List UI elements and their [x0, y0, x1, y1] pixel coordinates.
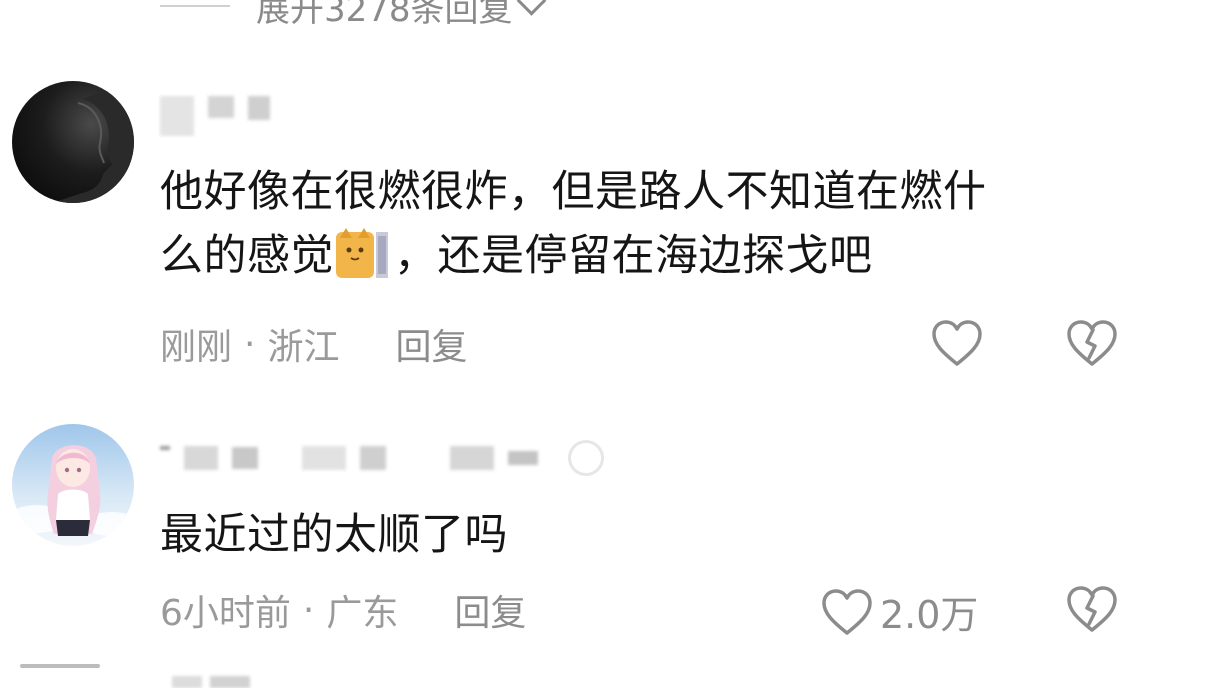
- redacted-block: [184, 446, 218, 470]
- redacted-block: [208, 96, 234, 118]
- comment-text: 最近过的太顺了吗: [160, 503, 1120, 567]
- redacted-block: [210, 676, 250, 688]
- avatar[interactable]: [12, 424, 134, 546]
- comment-text-segment: 么的感觉: [160, 231, 334, 281]
- comment-location: 广东: [326, 593, 399, 634]
- next-comment-avatar-edge: [20, 664, 100, 668]
- redacted-block: [232, 447, 258, 469]
- reply-button[interactable]: 回复: [454, 584, 526, 636]
- cat-emoji-icon: [336, 228, 392, 280]
- comment-time: 刚刚: [160, 327, 233, 368]
- redacted-block: [302, 446, 346, 470]
- meta-separator: ·: [302, 589, 315, 631]
- comment-location: 浙江: [267, 327, 340, 368]
- comment-time: 6小时前: [160, 593, 291, 634]
- username-blurred: [172, 676, 250, 688]
- expand-divider: [160, 5, 230, 7]
- heart-outline-icon[interactable]: [820, 587, 874, 637]
- redacted-block: [172, 676, 202, 688]
- dislike-button[interactable]: [1066, 318, 1118, 377]
- like-count: 2.0万: [880, 593, 979, 637]
- redacted-block: [160, 446, 170, 450]
- redacted-block: [160, 96, 194, 136]
- comment-meta: 刚刚 · 浙江 回复: [160, 318, 1212, 370]
- redacted-block: [360, 446, 386, 470]
- heart-outline-icon[interactable]: [930, 318, 984, 368]
- expand-replies-label[interactable]: 展开3278条回复: [256, 0, 513, 31]
- like-button[interactable]: [930, 318, 990, 368]
- reply-button[interactable]: 回复: [395, 318, 467, 370]
- comment-meta: 6小时前 · 广东 回复 2.0万: [160, 584, 1212, 639]
- redacted-block: [508, 451, 538, 465]
- comment-text-segment: ，还是停留在海边探戈吧: [394, 231, 873, 281]
- comment-text-line: 最近过的太顺了吗: [160, 510, 508, 560]
- meta-separator: ·: [244, 323, 256, 365]
- broken-heart-icon[interactable]: [1066, 318, 1118, 368]
- comment-text-line: 他好像在很燃很炸，但是路人不知道在燃什: [160, 167, 987, 217]
- like-button[interactable]: 2.0万: [820, 584, 978, 639]
- badge-icon: [568, 440, 604, 476]
- comment-text: 他好像在很燃很炸，但是路人不知道在燃什 么的感觉 ，还是停留在海边探戈吧: [160, 160, 1120, 288]
- username-blurred[interactable]: [160, 440, 604, 476]
- broken-heart-icon[interactable]: [1066, 584, 1118, 634]
- redacted-block: [248, 96, 270, 120]
- comment-text-line: 么的感觉 ，还是停留在海边探戈吧: [160, 224, 1120, 288]
- expand-replies-row[interactable]: 展开3278条回复: [160, 0, 546, 30]
- username-blurred[interactable]: [160, 96, 270, 136]
- dislike-button[interactable]: [1066, 584, 1118, 643]
- redacted-block: [450, 446, 494, 470]
- chevron-down-icon[interactable]: [516, 0, 546, 16]
- avatar[interactable]: [12, 81, 134, 203]
